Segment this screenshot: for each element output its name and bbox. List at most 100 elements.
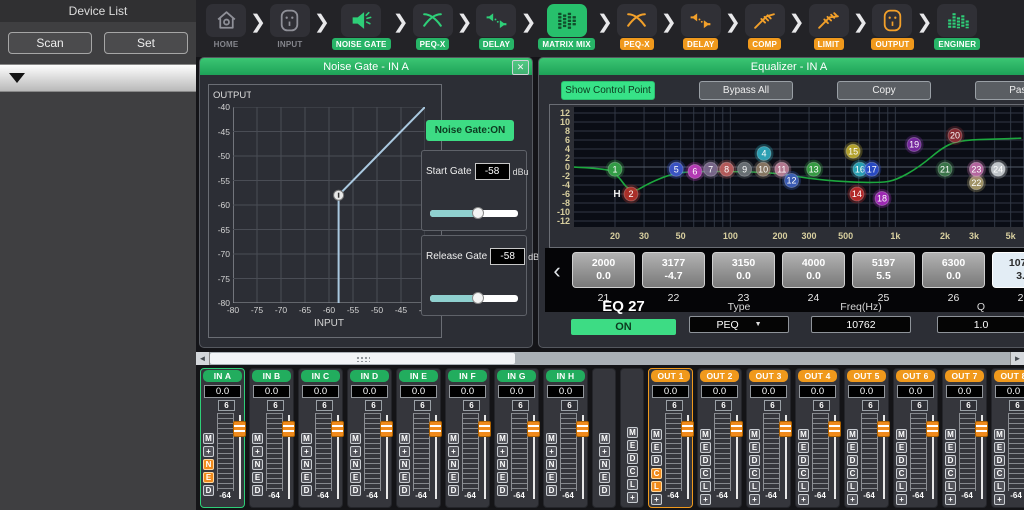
toolbar-item-limit[interactable]: LIMIT [807,4,851,50]
strip-button-e[interactable]: E [651,442,662,453]
strip-button-n[interactable]: N [497,459,508,470]
channel-strip-in-c[interactable]: IN C0.06-64M+NED [298,368,343,508]
strip-button-plus[interactable]: + [651,494,662,505]
strip-button-c[interactable]: C [700,468,711,479]
strip-button-d[interactable]: D [301,485,312,496]
strip-button-l[interactable]: L [847,481,858,492]
toolbar-item-peq-x[interactable]: PEQ-X [615,4,659,50]
eq-control-point-12[interactable]: 12 [782,171,801,190]
toolbar-item-peq-x[interactable]: PEQ-X [411,4,455,50]
equalizer-plot[interactable]: 12H456789101112131415161718192021222324 [574,107,1024,227]
channel-gain-value[interactable]: 0.0 [498,385,535,398]
channel-gain-value[interactable]: 0.0 [701,385,738,398]
strip-button-l[interactable]: L [700,481,711,492]
channel-strip-out-3[interactable]: OUT 30.06-64MEDCL+ [746,368,791,508]
channel-gain-value[interactable]: 0.0 [995,385,1024,398]
channel-gain-value[interactable]: 0.0 [652,385,689,398]
strip-button-plus[interactable]: + [627,492,638,503]
fader-thumb[interactable] [380,421,393,437]
channel-strip-out-6[interactable]: OUT 60.06-64MEDCL+ [893,368,938,508]
strip-button-d[interactable]: D [700,455,711,466]
band-cell-23[interactable]: 31500.023 [712,252,775,304]
band-cell-values[interactable]: 31500.0 [712,252,775,288]
fader-thumb[interactable] [975,421,988,437]
strip-button-l[interactable]: L [749,481,760,492]
strip-button-m[interactable]: M [497,433,508,444]
strip-button-plus[interactable]: + [350,446,361,457]
strip-button-d[interactable]: D [399,485,410,496]
strip-button-m[interactable]: M [350,433,361,444]
channel-gain-value[interactable]: 0.0 [449,385,486,398]
strip-button-e[interactable]: E [994,442,1005,453]
strip-button-e[interactable]: E [749,442,760,453]
fader-thumb[interactable] [429,421,442,437]
strip-button-n[interactable]: N [599,459,610,470]
strip-button-e[interactable]: E [546,472,557,483]
strip-button-m[interactable]: M [399,433,410,444]
eq-control-point-13[interactable]: 13 [804,160,823,179]
fader-thumb[interactable] [730,421,743,437]
eq-control-point-18[interactable]: 18 [872,189,891,208]
strip-button-d[interactable]: D [798,455,809,466]
strip-button-d[interactable]: D [994,455,1005,466]
strip-button-l[interactable]: L [945,481,956,492]
strip-button-l[interactable]: L [994,481,1005,492]
strip-button-l[interactable]: L [651,481,662,492]
band-cell-26[interactable]: 63000.026 [922,252,985,304]
band-cell-21[interactable]: 20000.021 [572,252,635,304]
strip-button-plus[interactable]: + [546,446,557,457]
toolbar-item-delay[interactable]: DELAY [679,4,723,50]
close-icon[interactable]: ✕ [512,60,529,75]
fader-thumb[interactable] [877,421,890,437]
strip-button-plus[interactable]: + [896,494,907,505]
channel-strip-out-2[interactable]: OUT 20.06-64MEDCL+ [697,368,742,508]
toolbar-item-input[interactable]: INPUT [268,4,312,50]
toolbar-item-matrix-mix[interactable]: MATRIX MIX [538,4,595,50]
strip-button-e[interactable]: E [847,442,858,453]
strip-button-d[interactable]: D [546,485,557,496]
strip-button-plus[interactable]: + [252,446,263,457]
paste-button[interactable]: Paste [975,81,1024,100]
fader-thumb[interactable] [576,421,589,437]
band-freq-input[interactable]: 10762 [811,316,911,333]
band-cell-25[interactable]: 51975.525 [852,252,915,304]
band-cell-values[interactable]: 40000.0 [782,252,845,288]
strip-button-e[interactable]: E [896,442,907,453]
channel-strip-out-1[interactable]: OUT 10.06-64MEDCL+ [648,368,693,508]
start-gate-slider-thumb[interactable] [472,207,484,219]
strip-button-n[interactable]: N [546,459,557,470]
band-cell-values[interactable]: 63000.0 [922,252,985,288]
fader-thumb[interactable] [331,421,344,437]
strip-button-c[interactable]: C [847,468,858,479]
strip-button-e[interactable]: E [497,472,508,483]
channel-gain-value[interactable]: 0.0 [351,385,388,398]
strip-button-m[interactable]: M [252,433,263,444]
strip-button-e[interactable]: E [700,442,711,453]
strip-button-m[interactable]: M [448,433,459,444]
channel-strip-in-d[interactable]: IN D0.06-64M+NED [347,368,392,508]
strip-button-d[interactable]: D [945,455,956,466]
strip-button-d[interactable]: D [627,453,638,464]
strip-button-l[interactable]: L [896,481,907,492]
strip-button-e[interactable]: E [448,472,459,483]
strip-button-m[interactable]: M [798,429,809,440]
fader-thumb[interactable] [779,421,792,437]
channel-gain-value[interactable]: 0.0 [204,385,241,398]
channel-strip-in-a[interactable]: IN A0.06-64M+NED [200,368,245,508]
strip-button-plus[interactable]: + [497,446,508,457]
strip-button-d[interactable]: D [749,455,760,466]
channel-strip-in-e[interactable]: IN E0.06-64M+NED [396,368,441,508]
strip-button-plus[interactable]: + [399,446,410,457]
copy-button[interactable]: Copy [837,81,931,100]
toolbar-item-comp[interactable]: COMP [743,4,787,50]
strip-button-n[interactable]: N [301,459,312,470]
strip-button-m[interactable]: M [203,433,214,444]
bypass-all-button[interactable]: Bypass All [699,81,793,100]
fader-thumb[interactable] [681,421,694,437]
strip-button-c[interactable]: C [798,468,809,479]
strip-button-m[interactable]: M [994,429,1005,440]
toolbar-item-output[interactable]: OUTPUT [870,4,914,50]
strip-button-c[interactable]: C [749,468,760,479]
release-gate-value[interactable]: -58 [490,248,525,265]
strip-button-plus[interactable]: + [448,446,459,457]
